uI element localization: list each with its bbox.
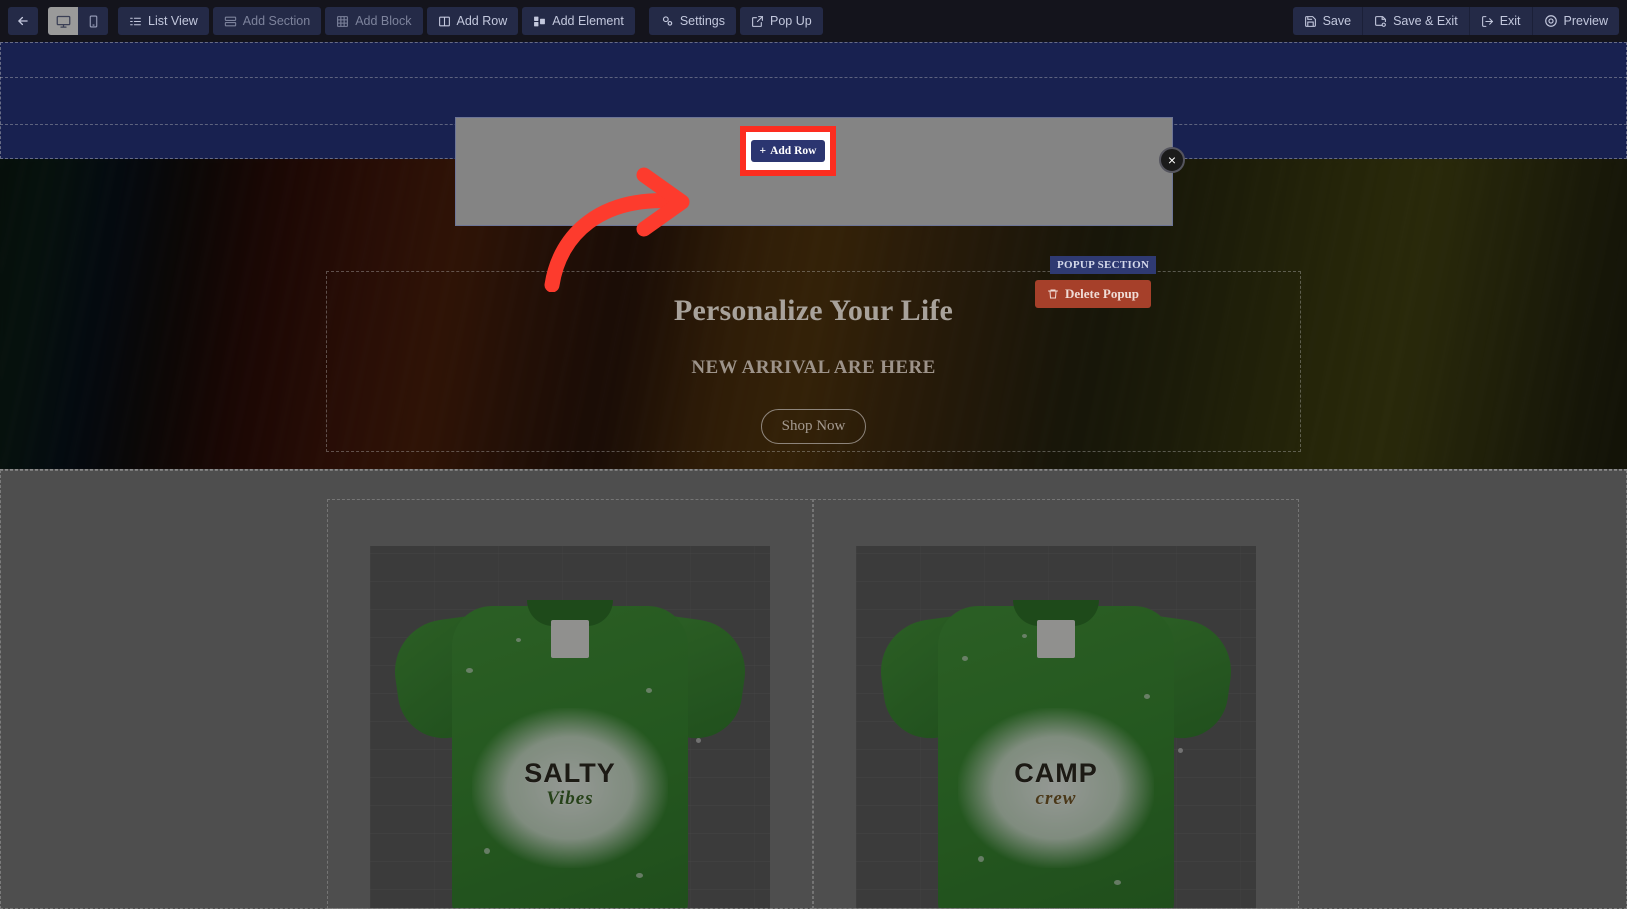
- tshirt-graphic: SALTY Vibes: [388, 598, 752, 908]
- bleach-speck: [962, 656, 968, 661]
- save-button[interactable]: Save: [1292, 7, 1363, 35]
- add-row-highlight-inner: + Add Row: [746, 132, 830, 170]
- bleach-speck: [516, 638, 521, 642]
- popup-button[interactable]: Pop Up: [739, 7, 823, 35]
- close-icon: ×: [1167, 152, 1177, 168]
- tshirt-print: SALTY Vibes: [484, 724, 656, 844]
- add-block-button[interactable]: Add Block: [325, 7, 423, 35]
- add-section-icon: [224, 15, 237, 28]
- print-title: CAMP: [1014, 758, 1098, 788]
- header-topbar-block[interactable]: [0, 42, 1627, 78]
- bleach-speck: [466, 668, 473, 673]
- toolbar-right-group: Save Save & Exit Exit Preview: [1292, 7, 1619, 35]
- editor-toolbar: List View Add Section Add Block Add Row …: [0, 0, 1627, 42]
- list-view-button[interactable]: List View: [118, 7, 209, 35]
- popup-label: Pop Up: [769, 14, 812, 28]
- preview-button[interactable]: Preview: [1531, 7, 1619, 35]
- add-row-icon: [438, 15, 451, 28]
- preview-label: Preview: [1563, 14, 1608, 28]
- bleach-speck: [978, 856, 984, 862]
- back-button[interactable]: [8, 7, 38, 35]
- gear-icon: [660, 14, 674, 28]
- save-label: Save: [1322, 14, 1352, 28]
- delete-popup-label: Delete Popup: [1065, 286, 1140, 301]
- add-block-label: Add Block: [355, 14, 412, 28]
- add-row-toolbar-button[interactable]: Add Row: [426, 7, 519, 35]
- tshirt-print: CAMP crew: [970, 724, 1142, 844]
- print-title: SALTY: [524, 758, 616, 788]
- print-title-wrap: SALTY Vibes: [524, 758, 616, 809]
- device-mobile-toggle[interactable]: [78, 7, 108, 35]
- save-exit-icon: [1374, 15, 1387, 28]
- hero-content-row[interactable]: Personalize Your Life NEW ARRIVAL ARE HE…: [326, 271, 1301, 452]
- popup-add-row-button[interactable]: + Add Row: [750, 140, 826, 162]
- tshirt-graphic: CAMP crew: [874, 598, 1238, 908]
- print-title-wrap: CAMP crew: [1014, 758, 1098, 809]
- add-section-label: Add Section: [242, 14, 311, 28]
- trash-icon: [1047, 288, 1059, 300]
- popup-external-icon: [751, 15, 764, 28]
- product-image[interactable]: CAMP crew: [856, 546, 1256, 908]
- print-subtitle: crew: [1035, 788, 1077, 809]
- product-image[interactable]: SALTY Vibes: [370, 546, 770, 908]
- save-and-exit-label: Save & Exit: [1393, 14, 1458, 28]
- arrow-left-icon: [16, 14, 30, 28]
- bleach-speck: [696, 738, 701, 743]
- exit-button[interactable]: Exit: [1468, 7, 1532, 35]
- add-row-highlight: + Add Row: [740, 126, 836, 176]
- desktop-icon: [56, 14, 71, 29]
- settings-label: Settings: [679, 14, 725, 28]
- add-row-toolbar-label: Add Row: [456, 14, 508, 28]
- hero-subtitle: NEW ARRIVAL ARE HERE: [691, 357, 936, 378]
- product-card[interactable]: CAMP crew: [813, 499, 1299, 909]
- device-desktop-toggle[interactable]: [48, 7, 78, 35]
- eye-icon: [1544, 14, 1558, 28]
- mobile-icon: [87, 15, 100, 28]
- bleach-speck: [1144, 694, 1150, 699]
- exit-label: Exit: [1499, 14, 1521, 28]
- bleach-speck: [646, 688, 652, 693]
- product-card-inner: SALTY Vibes: [346, 512, 794, 908]
- product-card[interactable]: SALTY Vibes: [327, 499, 813, 909]
- popup-section-badge: POPUP SECTION: [1050, 256, 1157, 274]
- device-toggle-group: [48, 7, 108, 35]
- bleach-speck: [636, 873, 643, 878]
- list-view-icon: [129, 15, 142, 28]
- popup-section-overlay[interactable]: + Add Row: [455, 117, 1173, 226]
- bleach-speck: [484, 848, 490, 854]
- settings-button[interactable]: Settings: [648, 7, 736, 35]
- list-view-label: List View: [148, 14, 198, 28]
- hero-title: Personalize Your Life: [673, 294, 954, 327]
- save-and-exit-button[interactable]: Save & Exit: [1362, 7, 1469, 35]
- print-subtitle: Vibes: [546, 788, 594, 809]
- popup-close-button[interactable]: ×: [1159, 147, 1185, 173]
- add-section-button[interactable]: Add Section: [212, 7, 322, 35]
- page-canvas: Home About Us Personalize Your Life NEW …: [0, 42, 1627, 909]
- product-card-inner: CAMP crew: [832, 512, 1280, 908]
- plus-icon: +: [759, 145, 767, 157]
- add-element-icon: [533, 15, 546, 28]
- bleach-speck: [1022, 634, 1027, 638]
- shop-now-button[interactable]: Shop Now: [760, 409, 867, 444]
- product-row: SALTY Vibes CAMP crew: [327, 499, 1300, 909]
- popup-add-row-label: Add Row: [770, 145, 817, 157]
- delete-popup-button[interactable]: Delete Popup: [1035, 280, 1152, 308]
- exit-icon: [1481, 15, 1494, 28]
- bleach-speck: [1114, 880, 1121, 885]
- save-icon: [1304, 15, 1317, 28]
- add-element-button[interactable]: Add Element: [522, 7, 635, 35]
- add-element-label: Add Element: [552, 14, 624, 28]
- product-section[interactable]: SALTY Vibes CAMP crew: [0, 470, 1627, 909]
- add-block-icon: [336, 15, 349, 28]
- tshirt-size-tag: [551, 620, 589, 658]
- tshirt-size-tag: [1037, 620, 1075, 658]
- bleach-speck: [1178, 748, 1183, 753]
